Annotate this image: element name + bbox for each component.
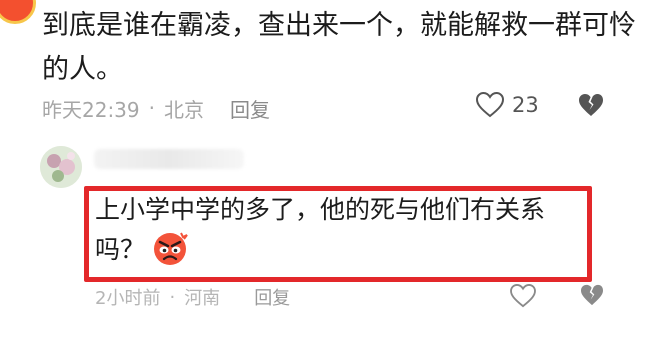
level-badge: [0, 0, 36, 24]
like-count: 23: [512, 93, 539, 117]
avatar[interactable]: [40, 146, 82, 188]
heart-icon: [510, 283, 536, 308]
heart-icon: [476, 92, 504, 118]
reply-location: 河南: [184, 288, 221, 309]
comment-time: 昨天22:39: [42, 97, 140, 122]
broken-heart-icon: [579, 94, 603, 116]
separator-dot: ·: [148, 96, 155, 120]
comment-location: 北京: [164, 97, 204, 122]
dislike-button[interactable]: [578, 93, 604, 121]
angry-face-emoji: [151, 229, 189, 267]
broken-heart-icon: [581, 284, 603, 306]
reply-reply-button[interactable]: 回复: [254, 284, 290, 310]
separator-dot: ·: [169, 286, 176, 308]
reply-meta: 2小时前 · 河南 回复: [95, 284, 290, 310]
reply-dislike-button[interactable]: [580, 284, 604, 310]
avatar-image: [40, 146, 82, 188]
reply-button[interactable]: 回复: [230, 94, 270, 123]
like-button[interactable]: 23: [476, 92, 539, 118]
reply-time: 2小时前: [95, 288, 161, 309]
username-blurred: [94, 149, 244, 169]
reply-text: 上小学中学的多了，他的死与他们冇关系吗？: [95, 190, 585, 270]
comment-meta: 昨天22:39 · 北京 回复: [42, 91, 270, 125]
reply-like-button[interactable]: [510, 283, 536, 312]
comment-text: 到底是谁在霸凌，查出来一个，就能解救一群可怜的人。: [42, 10, 636, 85]
